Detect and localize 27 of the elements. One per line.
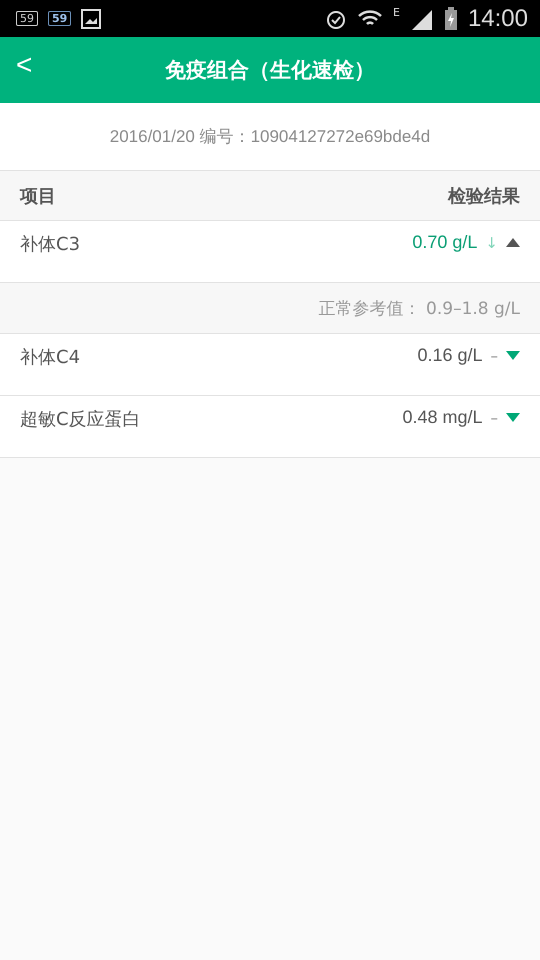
test-name: 补体C4 [20,346,80,369]
result-row[interactable]: 补体C4 0.16 g/L – [0,334,540,396]
test-name: 补体C3 [20,233,80,256]
notification-badge: 59 [48,11,72,26]
image-icon [81,8,102,28]
column-header: 检验结果 [448,184,520,208]
reference-range: 正常参考值： 0.9–1.8 g/L [318,298,520,320]
test-value: 0.70 g/L [412,232,478,253]
trend-label: ↓ [485,234,498,252]
network-type: E [392,6,400,19]
trend-label: – [490,346,498,364]
clock-time: 14:00 [468,4,528,32]
result-row[interactable]: 补体C3 0.70 g/L ↓ [0,221,540,283]
notification-badge: 59 [16,11,38,26]
column-header: 项目 [20,184,56,208]
result-row[interactable]: 超敏C反应蛋白 0.48 mg/L – [0,396,540,458]
battery-icon [444,6,458,30]
test-value: 0.48 mg/L [402,407,482,428]
trend-label: – [490,408,498,426]
test-name: 超敏C反应蛋白 [20,408,141,431]
expand-icon[interactable] [506,413,520,422]
test-value: 0.16 g/L [417,345,482,366]
collapse-icon[interactable] [506,238,520,247]
report-info: 2016/01/20 编号：10904127272e69bde4d [110,126,430,148]
expand-icon[interactable] [506,351,520,360]
page-title: 免疫组合（生化速检） [165,57,375,84]
signal-icon [410,8,434,30]
